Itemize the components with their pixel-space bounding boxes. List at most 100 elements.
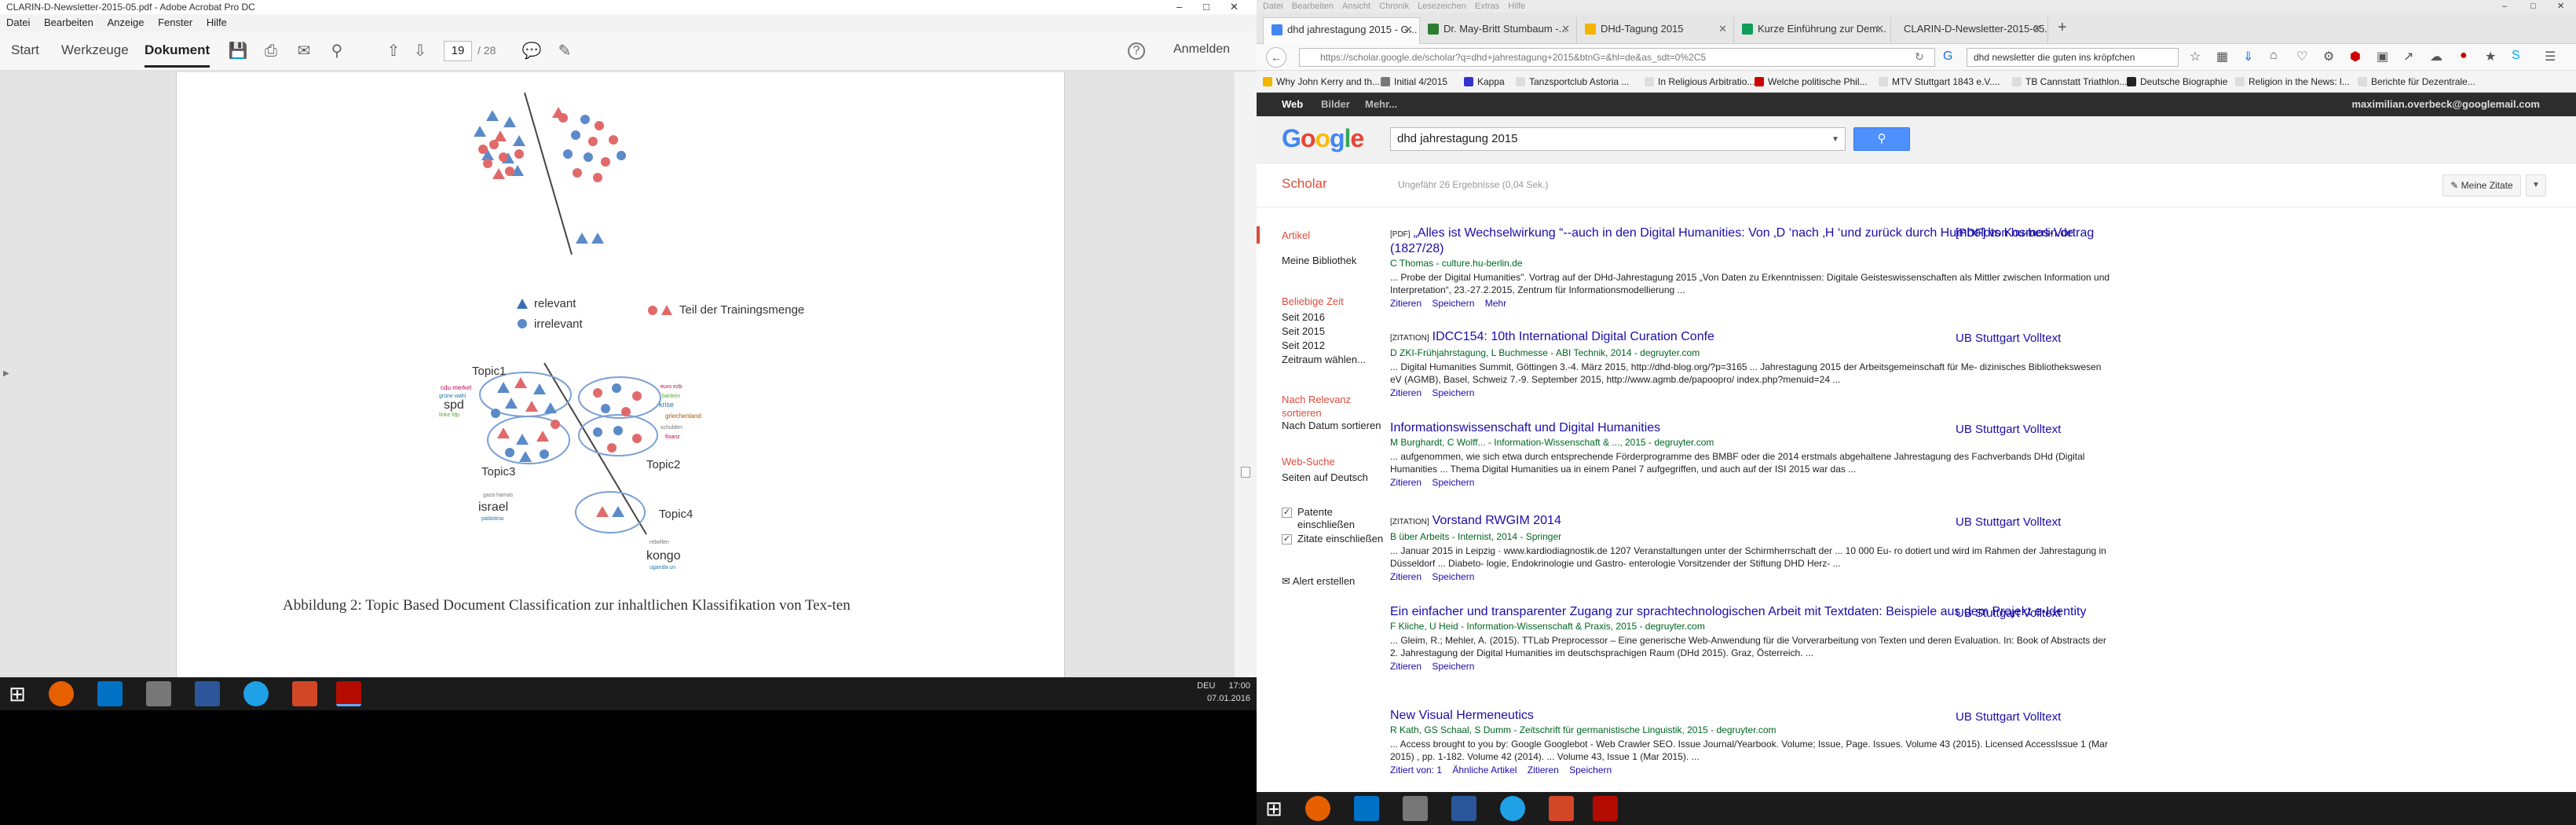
save-icon[interactable]: 💾	[228, 41, 248, 61]
ff-menu-bearbeiten[interactable]: Bearbeiten	[1292, 2, 1334, 11]
ff-menu-lesezeichen[interactable]: Lesezeichen	[1418, 2, 1466, 11]
more-link[interactable]: Mehr	[1485, 298, 1506, 309]
menu-fenster[interactable]: Fenster	[158, 16, 192, 28]
close-icon[interactable]: ✕	[1230, 0, 1239, 14]
signin-link[interactable]: Anmelden	[1173, 42, 1230, 57]
sidebar-german-pages[interactable]: Seiten auf Deutsch	[1282, 471, 1368, 483]
search-engine-icon[interactable]: G	[1943, 50, 1952, 64]
acrobat-taskbar-icon[interactable]	[1593, 796, 1618, 821]
sidebar-time-2015[interactable]: Seit 2015	[1282, 325, 1325, 337]
bookmarks-list-icon[interactable]: ▦	[2216, 49, 2228, 64]
outlook-icon[interactable]	[1354, 796, 1379, 821]
fulltext-link[interactable]: [PDF] von hu-berlin.de	[1956, 226, 2073, 240]
app-icon[interactable]	[1403, 796, 1428, 821]
settings-dropdown-button[interactable]: ▼	[2526, 174, 2546, 196]
bookmark-item[interactable]: TB Cannstatt Triathlon...	[2012, 71, 2127, 93]
browser-search-input[interactable]: dhd newsletter die guten ins kröpfchen	[1967, 48, 2179, 67]
windows-start-icon[interactable]: ⊞	[1261, 796, 1286, 821]
sidebar-library[interactable]: Meine Bibliothek	[1282, 255, 1356, 266]
menu-datei[interactable]: Datei	[6, 16, 30, 28]
page-number-input[interactable]: 19	[444, 41, 472, 61]
minimize-icon[interactable]: –	[1176, 0, 1182, 14]
scrollbar-thumb[interactable]	[1241, 467, 1250, 478]
sidebar-web-search[interactable]: Web-Suche	[1282, 456, 1335, 468]
sidebar-sort-relevance[interactable]: Nach Relevanz sortieren	[1282, 393, 1384, 420]
page-down-icon[interactable]: ⇩	[410, 41, 430, 61]
gbar-web-link[interactable]: Web	[1282, 93, 1303, 116]
extension-red-icon[interactable]: ●	[2460, 49, 2468, 63]
windows-start-icon[interactable]: ⊞	[5, 681, 30, 706]
sidebar-articles[interactable]: Artikel	[1282, 229, 1310, 241]
search-button[interactable]: ⚲	[1853, 127, 1910, 151]
page-up-icon[interactable]: ⇧	[383, 41, 404, 61]
citations-checkbox[interactable]: ✓	[1282, 534, 1292, 544]
reload-icon[interactable]: ↻	[1915, 50, 1924, 64]
fulltext-link[interactable]: UB Stuttgart Volltext	[1956, 423, 2061, 436]
left-pane-toggle-icon[interactable]: ▶	[3, 369, 9, 378]
browser-tab[interactable]: Kurze Einführung zur Dem... ✕	[1734, 17, 1891, 44]
browser-tab[interactable]: DHd-Tagung 2015 ✕	[1577, 17, 1734, 44]
downloads-icon[interactable]: ⇓	[2243, 49, 2253, 64]
search-options-icon[interactable]: ▼	[1831, 135, 1839, 144]
google-logo[interactable]: Google	[1282, 124, 1364, 153]
my-citations-button[interactable]: ✎ Meine Zitate	[2442, 174, 2521, 196]
sidebar-time-any[interactable]: Beliebige Zeit	[1282, 295, 1344, 307]
tab-close-icon[interactable]: ✕	[1718, 17, 1727, 41]
browser-tab[interactable]: CLARIN-D-Newsletter-2015-05... ✕	[1891, 17, 2048, 44]
cited-by-link[interactable]: Zitiert von: 1	[1390, 764, 1442, 776]
sync-icon[interactable]: ☁	[2430, 49, 2442, 64]
powerpoint-icon[interactable]	[1549, 796, 1574, 821]
share-icon[interactable]: ↗	[2403, 49, 2413, 64]
tab-close-icon[interactable]: ✕	[1561, 17, 1570, 41]
word-icon[interactable]	[195, 681, 220, 706]
ff-menu-datei[interactable]: Datei	[1263, 2, 1283, 11]
sidebar-time-2016[interactable]: Seit 2016	[1282, 311, 1325, 323]
patents-checkbox[interactable]: ✓	[1282, 508, 1292, 518]
ff-close-icon[interactable]: ✕	[2557, 0, 2564, 13]
bookmark-item[interactable]: MTV Stuttgart 1843 e.V....	[1879, 71, 2000, 93]
skype-icon[interactable]: S	[2512, 49, 2520, 63]
bookmark-item[interactable]: Kappa	[1464, 71, 1505, 93]
maximize-icon[interactable]: □	[1203, 0, 1209, 14]
star-icon[interactable]: ☆	[2190, 49, 2201, 64]
comment-icon[interactable]: 💬	[521, 41, 542, 61]
gbar-images-link[interactable]: Bilder	[1321, 93, 1350, 116]
powerpoint-icon[interactable]	[292, 681, 317, 706]
menu-bearbeiten[interactable]: Bearbeiten	[44, 16, 93, 28]
save-link[interactable]: Speichern	[1432, 571, 1474, 582]
menu-anzeige[interactable]: Anzeige	[108, 16, 145, 28]
ff-minimize-icon[interactable]: –	[2502, 0, 2507, 13]
extension-icon[interactable]: ★	[2485, 49, 2496, 64]
tab-close-icon[interactable]: ✕	[2033, 17, 2041, 41]
tab-close-icon[interactable]: ✕	[1875, 17, 1884, 41]
ff-menu-hilfe[interactable]: Hilfe	[1508, 2, 1525, 11]
fulltext-link[interactable]: UB Stuttgart Volltext	[1956, 515, 2061, 529]
cite-link[interactable]: Zitieren	[1390, 661, 1422, 672]
bookmark-item[interactable]: In Religious Arbitratio...	[1645, 71, 1755, 93]
fulltext-link[interactable]: UB Stuttgart Volltext	[1956, 332, 2061, 345]
bookmark-item[interactable]: Why John Kerry and th...	[1263, 71, 1380, 93]
cite-link[interactable]: Zitieren	[1390, 571, 1422, 582]
sign-icon[interactable]: ✎	[554, 41, 575, 61]
cite-link[interactable]: Zitieren	[1390, 477, 1422, 488]
bookmark-item[interactable]: Deutsche Biographie	[2127, 71, 2227, 93]
scholar-section-label[interactable]: Scholar	[1282, 176, 1327, 192]
fulltext-link[interactable]: UB Stuttgart Volltext	[1956, 607, 2061, 620]
ff-menu-ansicht[interactable]: Ansicht	[1342, 2, 1370, 11]
cite-link[interactable]: Zitieren	[1390, 298, 1422, 309]
sidebar-time-custom[interactable]: Zeitraum wählen...	[1282, 354, 1366, 365]
new-tab-icon[interactable]: +	[2058, 19, 2067, 37]
back-icon[interactable]: ←	[1266, 47, 1286, 68]
fulltext-link[interactable]: UB Stuttgart Volltext	[1956, 710, 2061, 724]
app-icon[interactable]	[146, 681, 171, 706]
sidebar-time-2012[interactable]: Seit 2012	[1282, 339, 1325, 351]
sidebar-sort-date[interactable]: Nach Datum sortieren	[1282, 420, 1381, 431]
ff-menu-extras[interactable]: Extras	[1475, 2, 1499, 11]
save-link[interactable]: Speichern	[1569, 764, 1612, 776]
menu-hilfe[interactable]: Hilfe	[207, 16, 227, 28]
screenshot-icon[interactable]: ▣	[2377, 49, 2388, 64]
ff-maximize-icon[interactable]: □	[2530, 0, 2536, 13]
tab-dokument[interactable]: Dokument	[145, 42, 210, 68]
bookmark-item[interactable]: Initial 4/2015	[1381, 71, 1447, 93]
tab-start[interactable]: Start	[11, 42, 39, 58]
